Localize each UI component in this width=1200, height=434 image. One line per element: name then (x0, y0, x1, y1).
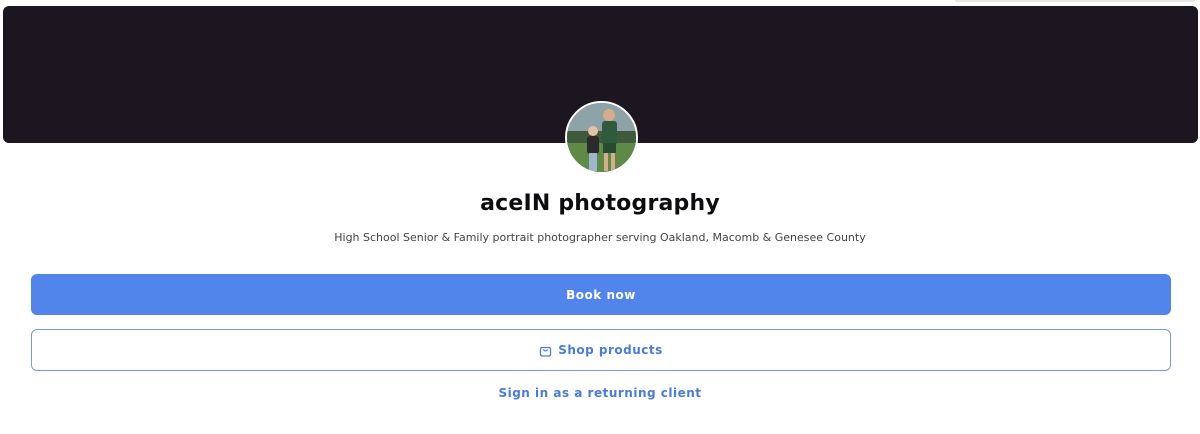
shopping-bag-icon (539, 344, 552, 357)
shop-products-button[interactable]: Shop products (31, 329, 1171, 371)
avatar (565, 101, 638, 174)
sign-in-link[interactable]: Sign in as a returning client (498, 386, 701, 400)
top-shadow (955, 0, 1195, 2)
book-now-button[interactable]: Book now (31, 274, 1171, 315)
shop-products-label: Shop products (558, 343, 663, 357)
booking-page: aceIN photography High School Senior & F… (0, 0, 1200, 434)
sign-in-link-wrapper: Sign in as a returning client (0, 386, 1200, 400)
book-now-label: Book now (566, 287, 636, 302)
business-tagline: High School Senior & Family portrait pho… (334, 231, 866, 244)
business-name: aceIN photography (480, 191, 720, 216)
